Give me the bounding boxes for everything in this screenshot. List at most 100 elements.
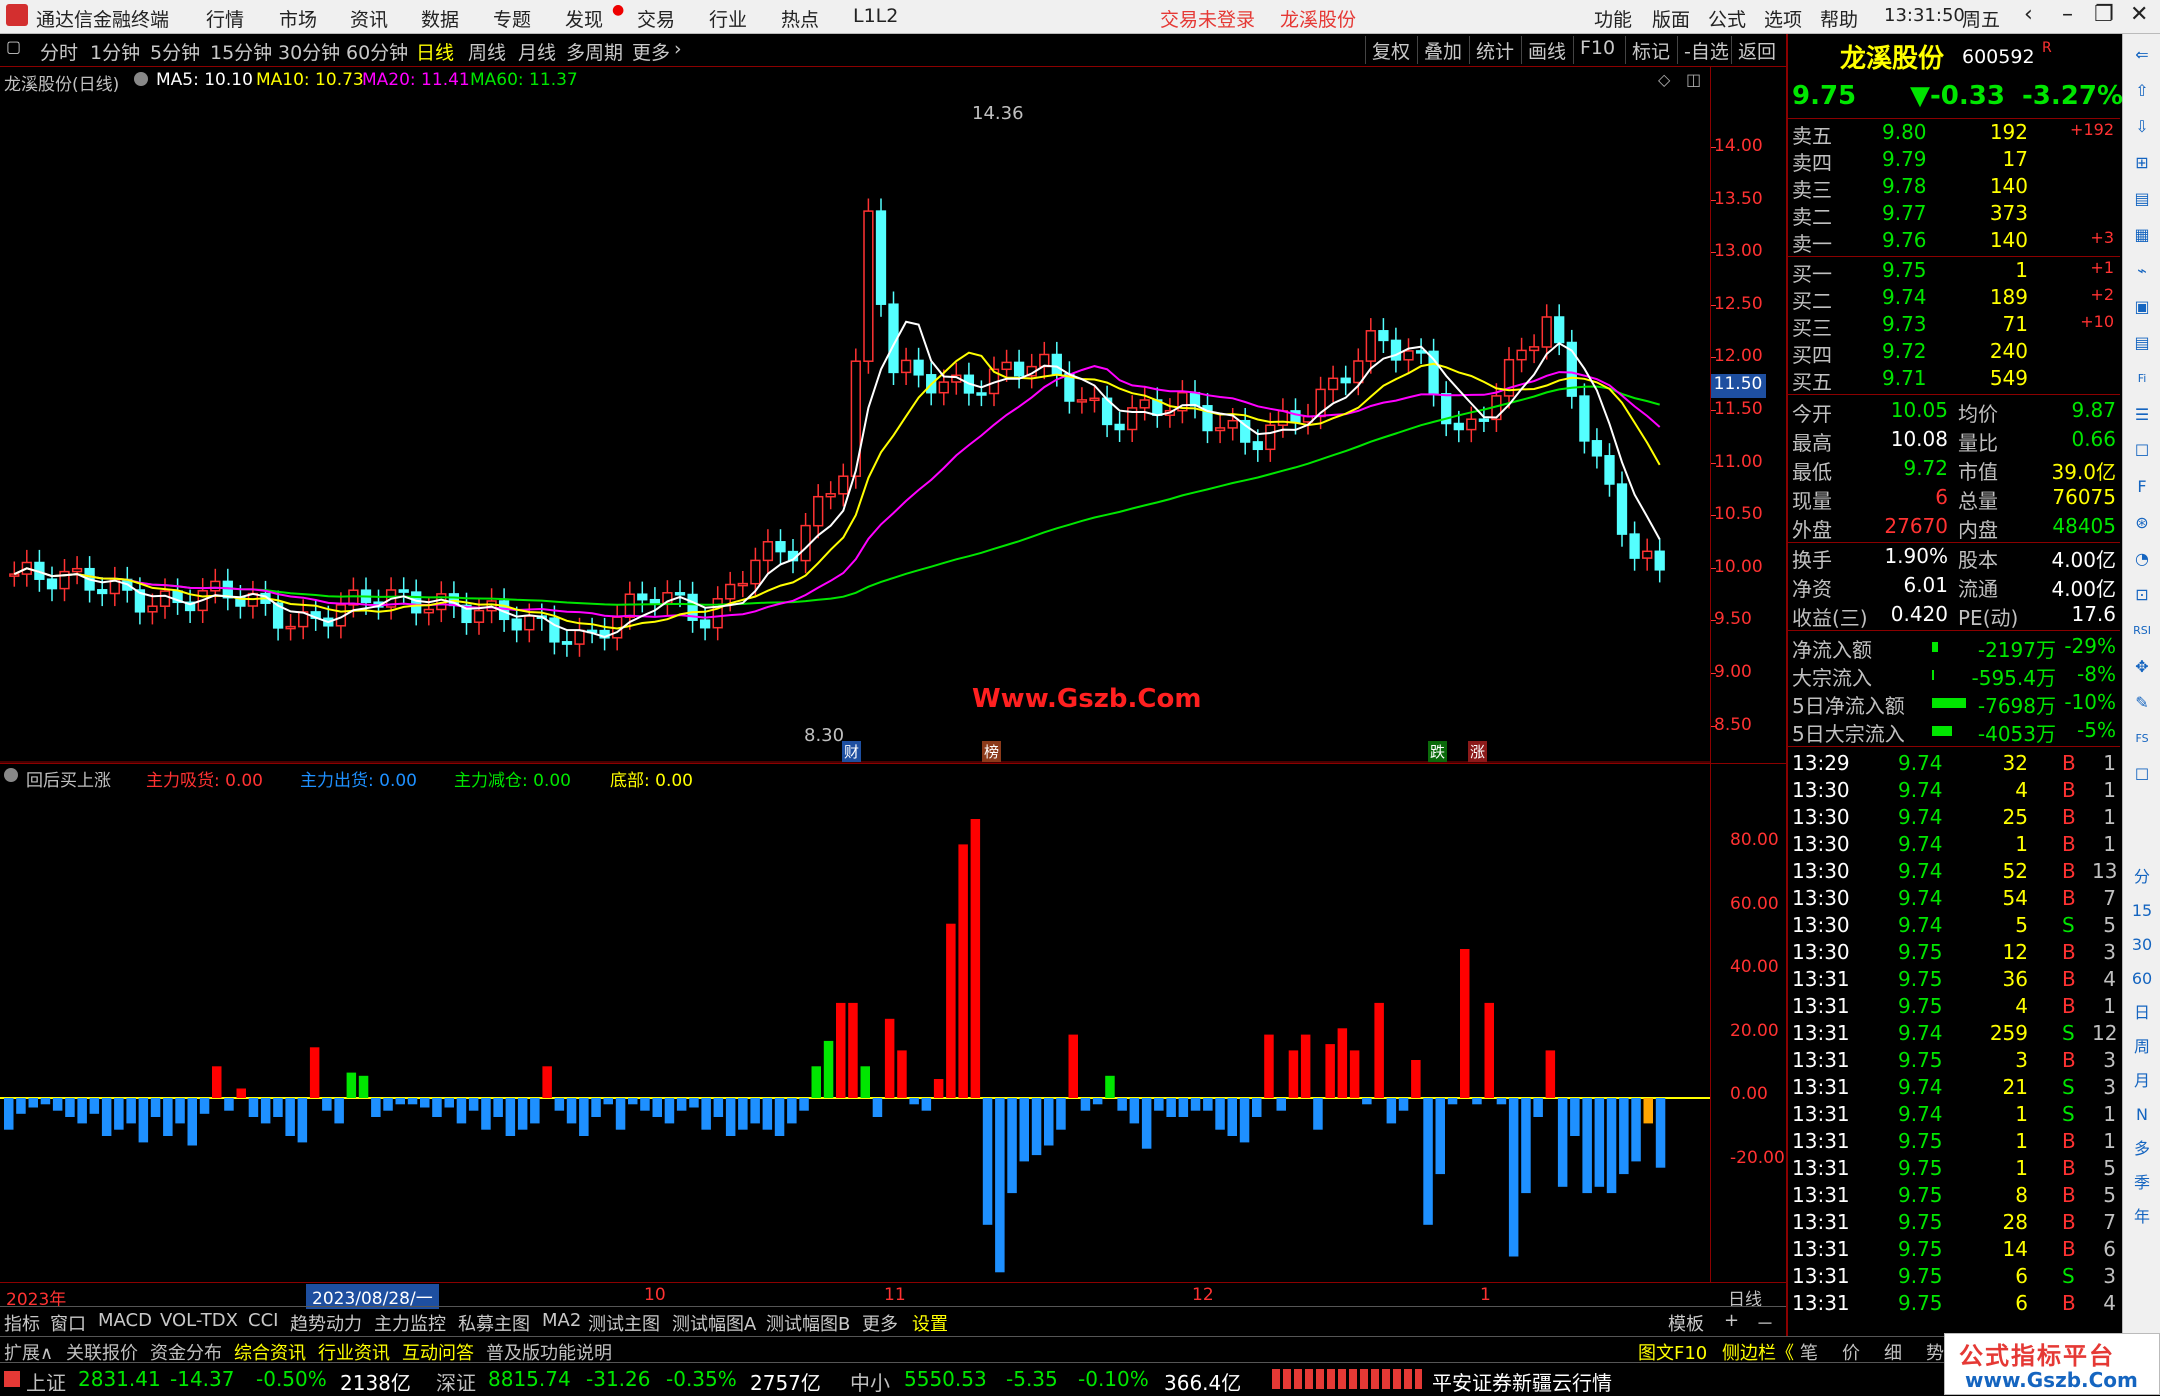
maximize-icon[interactable]: ❐	[2094, 2, 2114, 27]
side-period-icon[interactable]: 日	[2131, 1002, 2153, 1024]
side-period-icon[interactable]: 月	[2131, 1070, 2153, 1092]
tool-huaxian[interactable]: 画线	[1521, 36, 1572, 64]
indicator-panel[interactable]: 回后买上涨 主力吸货: 0.00 主力出货: 0.00 主力减仓: 0.00 底…	[0, 763, 1786, 1283]
side-tool-icon[interactable]: ⌁	[2131, 260, 2153, 282]
ask-row[interactable]: 卖五 9.80 192 +192	[1792, 120, 2118, 148]
side-period-icon[interactable]: 60	[2131, 968, 2153, 990]
tab-ceshizhutu[interactable]: 测试主图	[588, 1310, 660, 1336]
side-tool-icon[interactable]: ☰	[2131, 404, 2153, 426]
side-tool-icon[interactable]: ☐	[2131, 440, 2153, 462]
menu-redian[interactable]: 热点	[781, 5, 819, 32]
menu-faxian[interactable]: 发现	[565, 5, 603, 32]
side-tool-icon[interactable]: Fi	[2131, 368, 2153, 390]
broker-name[interactable]: 平安证券新疆云行情	[1432, 1367, 1612, 1396]
menu-l1l2[interactable]: L1L2	[853, 5, 898, 27]
bid-row[interactable]: 买二 9.74 189 +2	[1792, 285, 2118, 313]
tab-remove[interactable]: －	[1756, 1310, 1774, 1336]
tool-f10[interactable]: F10	[1573, 36, 1621, 64]
tool-diejia[interactable]: 叠加	[1417, 36, 1468, 64]
side-tool-icon[interactable]: ☐	[2131, 764, 2153, 786]
side-tool-icon[interactable]: ⇐	[2131, 44, 2153, 66]
tab-cci[interactable]: CCI	[248, 1310, 278, 1331]
login-status[interactable]: 交易未登录	[1160, 5, 1255, 32]
settings-dot-icon[interactable]	[4, 768, 18, 782]
sz-label[interactable]: 深证	[436, 1367, 476, 1396]
menu-jiaoyi[interactable]: 交易	[637, 5, 675, 32]
ask-row[interactable]: 卖一 9.76 140 +3	[1792, 228, 2118, 256]
minimize-icon[interactable]: –	[2062, 2, 2073, 27]
side-period-icon[interactable]: 年	[2131, 1206, 2153, 1228]
tab-simuzhutu[interactable]: 私募主图	[458, 1310, 530, 1336]
side-tool-icon[interactable]: ⊛	[2131, 512, 2153, 534]
side-period-icon[interactable]: 15	[2131, 900, 2153, 922]
tab-chuangkou[interactable]: 窗口	[50, 1310, 86, 1336]
tool-tongji[interactable]: 统计	[1469, 36, 1520, 64]
period-15min[interactable]: 15分钟	[210, 38, 272, 65]
bid-row[interactable]: 买五 9.71 549	[1792, 366, 2118, 394]
period-1min[interactable]: 1分钟	[90, 38, 140, 65]
tab-ceshifutub[interactable]: 测试幅图B	[766, 1310, 850, 1336]
menu-gongshi[interactable]: 公式	[1708, 5, 1746, 32]
tool-fuquan[interactable]: 复权	[1365, 36, 1416, 64]
side-tool-icon[interactable]: ▦	[2131, 224, 2153, 246]
period-60min[interactable]: 60分钟	[346, 38, 408, 65]
side-period-icon[interactable]: 多	[2131, 1138, 2153, 1160]
menu-bangzhu[interactable]: 帮助	[1820, 5, 1858, 32]
side-tool-icon[interactable]: ⇧	[2131, 80, 2153, 102]
side-tool-icon[interactable]: ✥	[2131, 656, 2153, 678]
menu-shuju[interactable]: 数据	[421, 5, 459, 32]
period-30min[interactable]: 30分钟	[278, 38, 340, 65]
tab-shezhi[interactable]: 设置	[912, 1310, 948, 1336]
dropdown-icon[interactable]: ▢	[6, 37, 21, 56]
tool-fanhui[interactable]: 返回	[1731, 36, 1782, 64]
candlestick-chart[interactable]: 龙溪股份(日线) MA5: 10.10 MA10: 10.73 MA20: 11…	[0, 67, 1786, 763]
side-tool-icon[interactable]: ⊡	[2131, 584, 2153, 606]
side-tool-icon[interactable]: ✎	[2131, 692, 2153, 714]
tab-zhibiao[interactable]: 指标	[4, 1310, 40, 1336]
ask-row[interactable]: 卖四 9.79 17	[1792, 147, 2118, 175]
side-tool-icon[interactable]: ▤	[2131, 332, 2153, 354]
side-period-icon[interactable]: 分	[2131, 866, 2153, 888]
menu-hangqing[interactable]: 行情	[206, 5, 244, 32]
marker-zhang[interactable]: 涨	[1468, 741, 1488, 762]
menu-zixun[interactable]: 资讯	[350, 5, 388, 32]
side-tool-icon[interactable]: F	[2131, 476, 2153, 498]
ask-row[interactable]: 卖三 9.78 140	[1792, 174, 2118, 202]
back-icon[interactable]: ‹	[2024, 2, 2033, 27]
tool-zixuan[interactable]: -自选	[1677, 36, 1735, 64]
tool-biaoji[interactable]: 标记	[1625, 36, 1676, 64]
period-daily[interactable]: 日线	[416, 38, 454, 65]
sh-label[interactable]: 上证	[26, 1367, 66, 1396]
menu-zhuanti[interactable]: 专题	[493, 5, 531, 32]
zx-label[interactable]: 中小	[850, 1367, 890, 1396]
panel-icon[interactable]: ◫	[1686, 70, 1701, 89]
ask-row[interactable]: 卖二 9.77 373	[1792, 201, 2118, 229]
menu-banmian[interactable]: 版面	[1652, 5, 1690, 32]
close-icon[interactable]: ✕	[2130, 2, 2148, 27]
menu-xuanxiang[interactable]: 选项	[1764, 5, 1802, 32]
side-period-icon[interactable]: 周	[2131, 1036, 2153, 1058]
period-5min[interactable]: 5分钟	[150, 38, 200, 65]
period-more[interactable]: 更多	[632, 38, 670, 65]
bid-row[interactable]: 买四 9.72 240	[1792, 339, 2118, 367]
period-fenshi[interactable]: 分时	[40, 38, 78, 65]
tab-qushidongli[interactable]: 趋势动力	[290, 1310, 362, 1336]
side-period-icon[interactable]: 季	[2131, 1172, 2153, 1194]
marker-cai[interactable]: 财	[842, 741, 862, 762]
marker-die[interactable]: 跌	[1428, 741, 1448, 762]
bid-row[interactable]: 买一 9.75 1 +1	[1792, 258, 2118, 286]
side-period-icon[interactable]: 30	[2131, 934, 2153, 956]
period-multi[interactable]: 多周期	[566, 38, 623, 65]
tab-vol[interactable]: VOL-TDX	[160, 1310, 238, 1331]
period-weekly[interactable]: 周线	[468, 38, 506, 65]
tab-ma2[interactable]: MA2	[542, 1310, 581, 1331]
side-tool-icon[interactable]: ◔	[2131, 548, 2153, 570]
side-tool-icon[interactable]: RSI	[2131, 620, 2153, 642]
tab-add[interactable]: +	[1724, 1310, 1739, 1331]
marker-bang[interactable]: 榜	[982, 741, 1002, 762]
tab-ceshifutua[interactable]: 测试幅图A	[672, 1310, 756, 1336]
tab-macd[interactable]: MACD	[98, 1310, 152, 1331]
tab-gengduo[interactable]: 更多	[862, 1310, 898, 1336]
period-monthly[interactable]: 月线	[518, 38, 556, 65]
side-period-icon[interactable]: N	[2131, 1104, 2153, 1126]
